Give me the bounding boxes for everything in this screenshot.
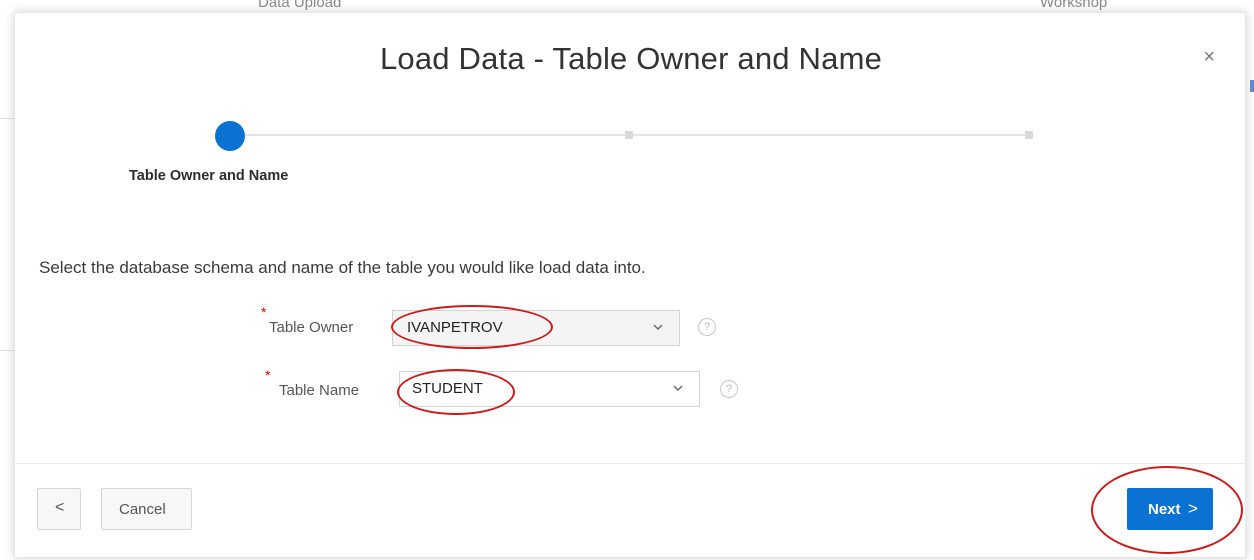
- required-marker: *: [261, 304, 267, 320]
- table-name-label: Table Name: [279, 382, 360, 399]
- footer-divider: [15, 463, 1247, 464]
- help-icon[interactable]: ?: [698, 318, 716, 336]
- cancel-button[interactable]: Cancel: [101, 488, 192, 530]
- chevron-left-icon: <: [55, 499, 65, 516]
- load-data-dialog: Load Data - Table Owner and Name × Table…: [14, 12, 1247, 558]
- table-owner-row: * Table Owner IVANPETROV ?: [15, 304, 1247, 349]
- table-name-row: * Table Name STUDENT ?: [15, 367, 1247, 415]
- table-name-select[interactable]: STUDENT: [399, 371, 700, 407]
- cancel-button-label: Cancel: [119, 501, 166, 518]
- table-owner-value: IVANPETROV: [407, 319, 503, 336]
- wizard-progress: Table Owner and Name: [15, 13, 1247, 213]
- previous-button[interactable]: <: [37, 488, 81, 530]
- background-divider: [0, 118, 14, 119]
- wizard-step-pending: [625, 131, 633, 139]
- chevron-down-icon: [653, 324, 663, 330]
- help-icon[interactable]: ?: [720, 380, 738, 398]
- wizard-step-pending: [1025, 131, 1033, 139]
- chevron-down-icon: [673, 385, 683, 391]
- background-left-text: Data Upload: [258, 0, 342, 11]
- background-divider: [0, 350, 14, 351]
- background-right-text: Workshop: [1040, 0, 1108, 11]
- chevron-right-icon: >: [1188, 499, 1198, 518]
- background-link-mark: [1250, 80, 1254, 92]
- next-button-label: Next: [1148, 501, 1181, 518]
- wizard-step-current: [215, 121, 245, 151]
- table-owner-label: Table Owner: [269, 319, 354, 336]
- next-button[interactable]: Next >: [1127, 488, 1213, 530]
- wizard-track: [245, 134, 1033, 136]
- wizard-step-label: Table Owner and Name: [129, 168, 289, 184]
- required-marker: *: [265, 367, 271, 383]
- table-name-value: STUDENT: [412, 380, 483, 397]
- instructions-text: Select the database schema and name of t…: [39, 258, 646, 277]
- table-owner-select[interactable]: IVANPETROV: [392, 310, 680, 346]
